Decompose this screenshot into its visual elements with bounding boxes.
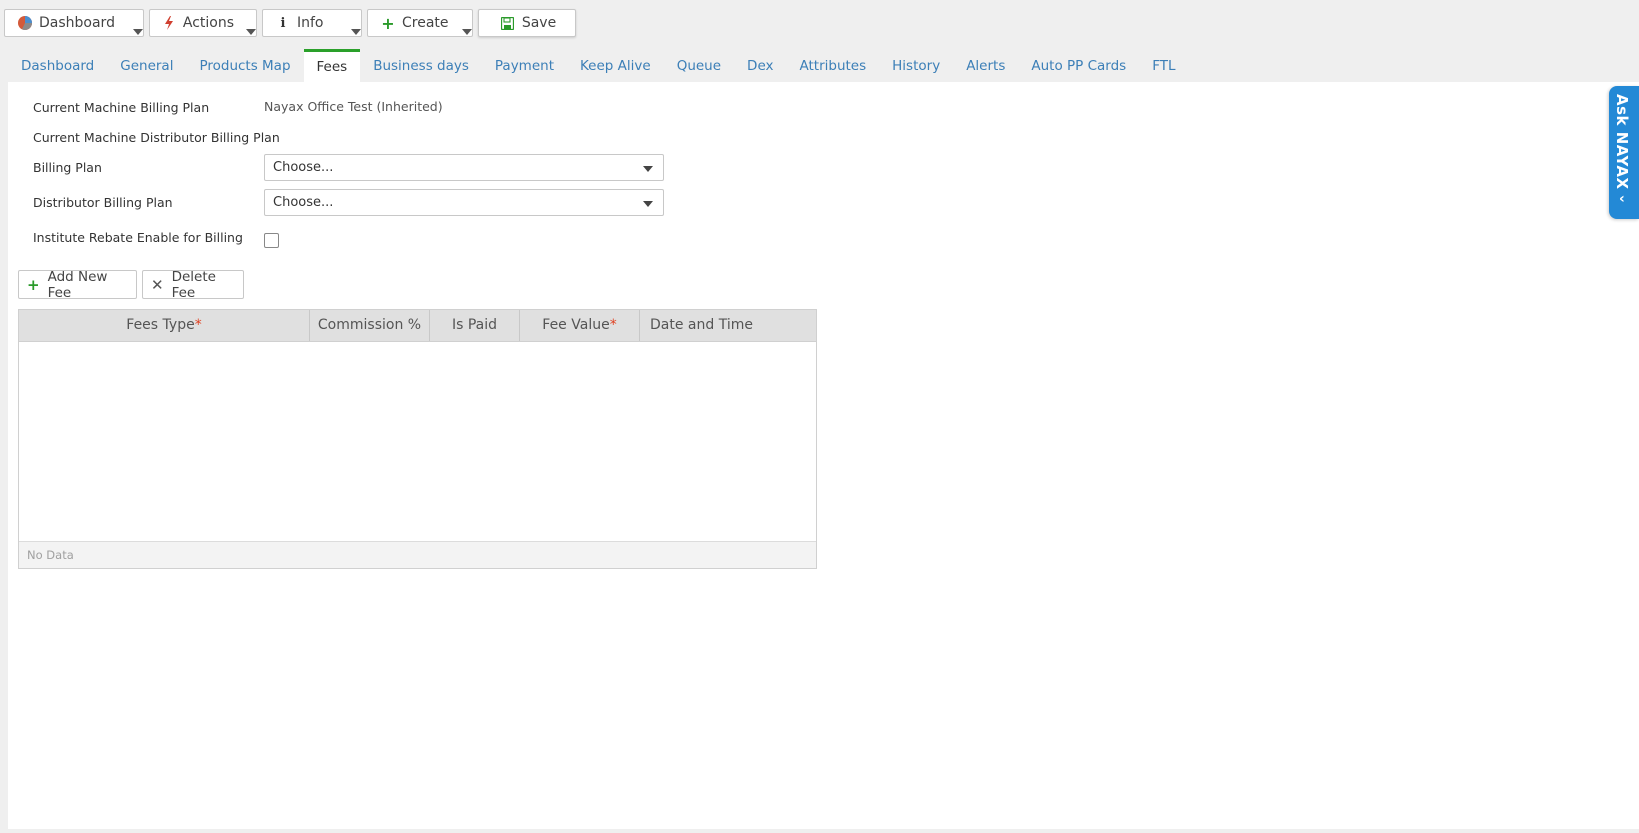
column-header-is-paid[interactable]: Is Paid xyxy=(430,310,520,341)
tab-dex[interactable]: Dex xyxy=(734,49,786,82)
grid-header: Fees Type* Commission % Is Paid Fee Valu… xyxy=(19,310,816,342)
current-billing-plan-label: Current Machine Billing Plan xyxy=(33,100,210,115)
tab-keep-alive[interactable]: Keep Alive xyxy=(567,49,664,82)
required-marker: * xyxy=(609,317,617,333)
close-icon: ✕ xyxy=(151,275,164,294)
tab-ftl[interactable]: FTL xyxy=(1139,49,1188,82)
billing-plan-label: Billing Plan xyxy=(33,160,102,175)
info-dropdown-button[interactable]: i Info xyxy=(262,9,362,37)
add-new-fee-label: Add New Fee xyxy=(47,268,108,301)
lightning-icon xyxy=(162,15,177,31)
required-marker: * xyxy=(194,317,202,333)
tab-alerts[interactable]: Alerts xyxy=(953,49,1018,82)
actions-dropdown-button[interactable]: Actions xyxy=(149,9,257,37)
chevron-left-icon: ‹ xyxy=(1619,191,1625,207)
tab-queue[interactable]: Queue xyxy=(664,49,734,82)
tab-products-map[interactable]: Products Map xyxy=(186,49,303,82)
column-header-label: Date and Time xyxy=(650,317,753,333)
distributor-plan-label: Distributor Billing Plan xyxy=(33,195,173,210)
column-header-label: Fees Type xyxy=(126,317,195,333)
column-header-fee-value[interactable]: Fee Value* xyxy=(520,310,640,341)
create-button-label: Create xyxy=(402,15,449,31)
rebate-checkbox[interactable] xyxy=(264,233,279,248)
distributor-plan-select-value: Choose... xyxy=(273,195,334,210)
column-header-label: Commission % xyxy=(317,317,422,333)
pie-chart-icon xyxy=(17,15,33,31)
current-billing-plan-value: Nayax Office Test (Inherited) xyxy=(264,99,443,114)
chevron-down-icon xyxy=(643,166,653,172)
column-header-fees-type[interactable]: Fees Type* xyxy=(19,310,310,341)
current-distributor-plan-label: Current Machine Distributor Billing Plan xyxy=(33,130,280,145)
tab-fees[interactable]: Fees xyxy=(303,49,361,82)
actions-button-label: Actions xyxy=(182,15,234,31)
chevron-down-icon xyxy=(643,201,653,207)
tab-history[interactable]: History xyxy=(879,49,953,82)
column-header-commission[interactable]: Commission % xyxy=(310,310,430,341)
fees-grid: Fees Type* Commission % Is Paid Fee Valu… xyxy=(18,309,817,569)
tab-attributes[interactable]: Attributes xyxy=(787,49,880,82)
create-dropdown-button[interactable]: + Create xyxy=(367,9,473,37)
dashboard-button-label: Dashboard xyxy=(39,15,115,31)
plus-icon: + xyxy=(381,13,395,33)
delete-fee-label: Delete Fee xyxy=(171,268,216,301)
plus-icon: + xyxy=(27,275,40,294)
tab-general[interactable]: General xyxy=(107,49,186,82)
tab-bar: Dashboard General Products Map Fees Busi… xyxy=(8,49,1188,82)
tab-business-days[interactable]: Business days xyxy=(360,49,482,82)
distributor-plan-select[interactable]: Choose... xyxy=(264,189,664,216)
floppy-disk-icon xyxy=(500,15,516,31)
info-icon: i xyxy=(280,15,286,31)
billing-plan-select[interactable]: Choose... xyxy=(264,154,664,181)
grid-body xyxy=(19,342,816,542)
add-new-fee-button[interactable]: + Add New Fee xyxy=(18,268,137,301)
toolbar: Dashboard Actions i Info + Create Save xyxy=(4,9,576,39)
tab-dashboard[interactable]: Dashboard xyxy=(8,49,107,82)
rebate-label: Institute Rebate Enable for Billing xyxy=(33,230,243,245)
ask-nayax-label: Ask NAYAX xyxy=(1613,94,1631,190)
save-button[interactable]: Save xyxy=(478,9,576,37)
ask-nayax-panel-toggle[interactable]: Ask NAYAX ‹ xyxy=(1609,86,1639,219)
tab-auto-pp-cards[interactable]: Auto PP Cards xyxy=(1018,49,1139,82)
column-header-date-time[interactable]: Date and Time xyxy=(640,310,816,341)
column-header-label: Is Paid xyxy=(451,317,498,333)
info-button-label: Info xyxy=(297,15,324,31)
save-button-label: Save xyxy=(521,15,557,31)
column-header-label: Fee Value xyxy=(542,317,610,333)
billing-plan-select-value: Choose... xyxy=(273,160,334,175)
delete-fee-button[interactable]: ✕ Delete Fee xyxy=(142,268,244,301)
grid-footer-status: No Data xyxy=(19,541,816,568)
tab-payment[interactable]: Payment xyxy=(482,49,567,82)
dashboard-dropdown-button[interactable]: Dashboard xyxy=(4,9,144,37)
